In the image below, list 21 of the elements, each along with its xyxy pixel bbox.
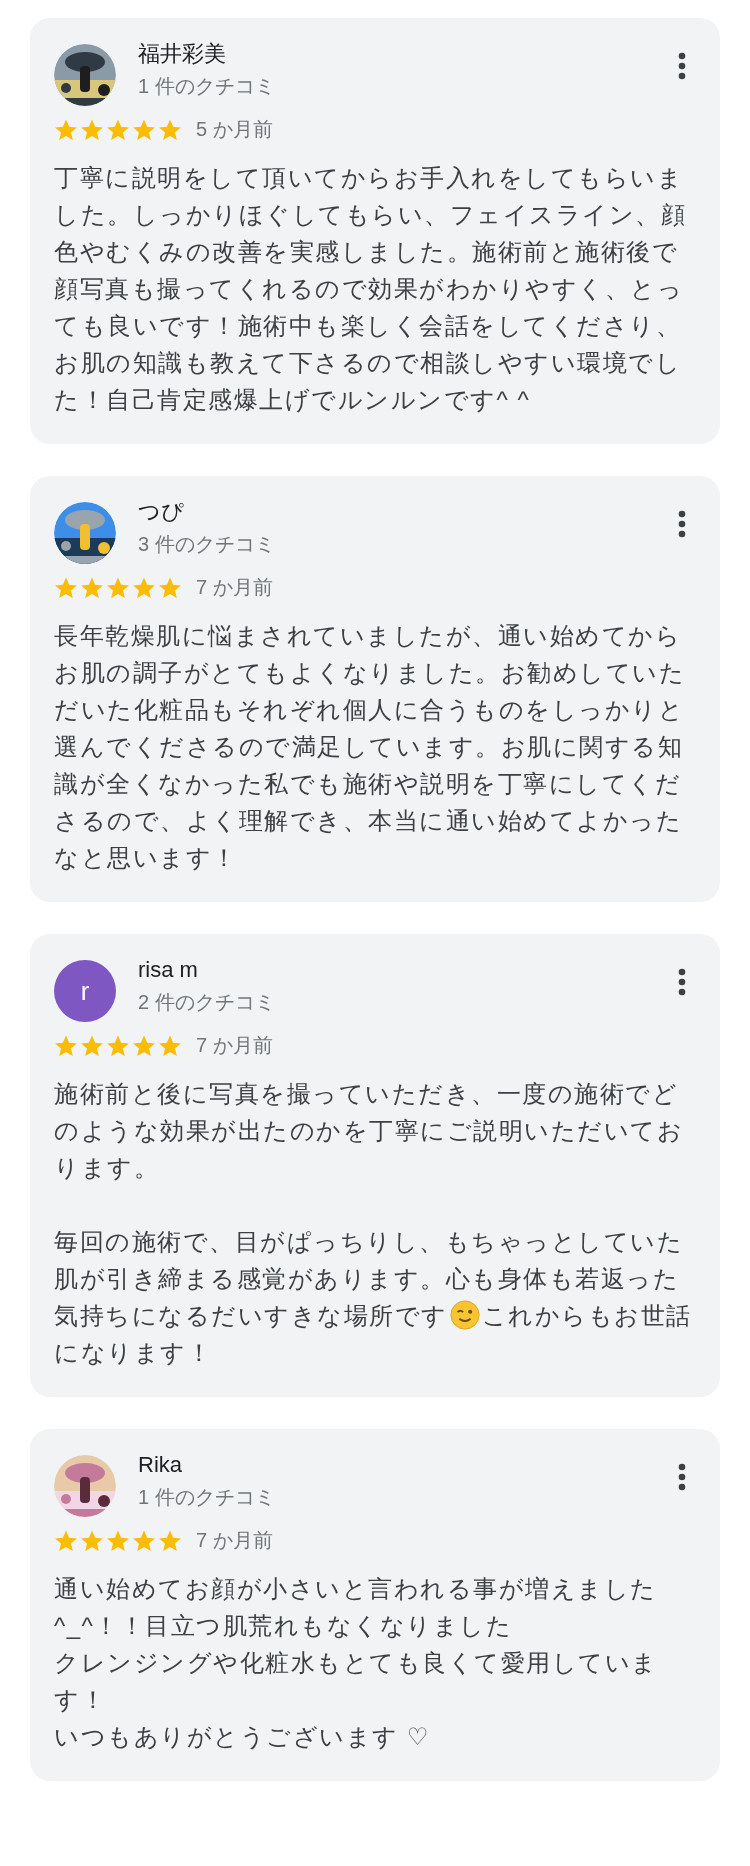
review-count: 2 件のクチコミ [138, 990, 275, 1015]
review-text: クレンジングや化粧水もとても良くて愛用しています！ [54, 1648, 659, 1715]
review-text: いつもありがとうございます ♡ [54, 1722, 431, 1752]
review-count: 3 件のクチコミ [138, 532, 275, 557]
winking-face-icon [449, 1300, 480, 1330]
review-date: 7 か月前 [196, 1528, 273, 1553]
review-date: 7 か月前 [196, 1033, 273, 1058]
reviewer-name[interactable]: つぴ [138, 496, 184, 528]
review-text: 長年乾燥肌に悩まされていましたが、通い始めてからお肌の調子がとてもよくなりました。お勧めしていただいた化粧品もそれぞれ個人に合うものをしっかりと選んでくださるので満足しています。お肌に関する知識が全くなかった私でも施術や説明を丁寧にしてくださるので、よく理解でき、本当に通い始めてよかったなと思います！ [54, 621, 686, 873]
reviewer-name[interactable]: Rika [138, 1449, 182, 1481]
review-date: 7 か月前 [196, 575, 273, 600]
review-count: 1 件のクチコミ [138, 1485, 275, 1510]
review-text: 通い始めてお顔が小さいと言われる事が増えました^_^！！目立つ肌荒れもなくなりました [54, 1574, 658, 1641]
review-count: 1 件のクチコミ [138, 74, 275, 99]
review-text: 施術前と後に写真を撮っていただき、一度の施術でどのような効果が出たのかを丁寧にご説明いただいております。 [54, 1079, 684, 1183]
review-text: 毎回の施術で、目がぱっちりし、もちゃっとしていた肌が引き締まる感覚があります。心も身体も若返った気持ちになるだいすきな場所です これからもお世話になります！ [54, 1227, 692, 1368]
reviewer-name[interactable]: 福井彩美 [138, 38, 226, 70]
review-text: 丁寧に説明をして頂いてからお手入れをしてもらいました。しっかりほぐしてもらい、フェイスライン、顔色やむくみの改善を実感しました。施術前と施術後で顔写真も撮ってくれるので効果がわかりやすく、とっても良いです！施術中も楽しく会話をしてくださり、お肌の知識も教えて下さるので相談しやすい環境でした！自己肯定感爆上げでルンルンです^ ^ [54, 163, 687, 415]
review-date: 5 か月前 [196, 117, 273, 142]
avatar: r [54, 960, 116, 1022]
reviewer-name[interactable]: risa m [138, 954, 198, 986]
